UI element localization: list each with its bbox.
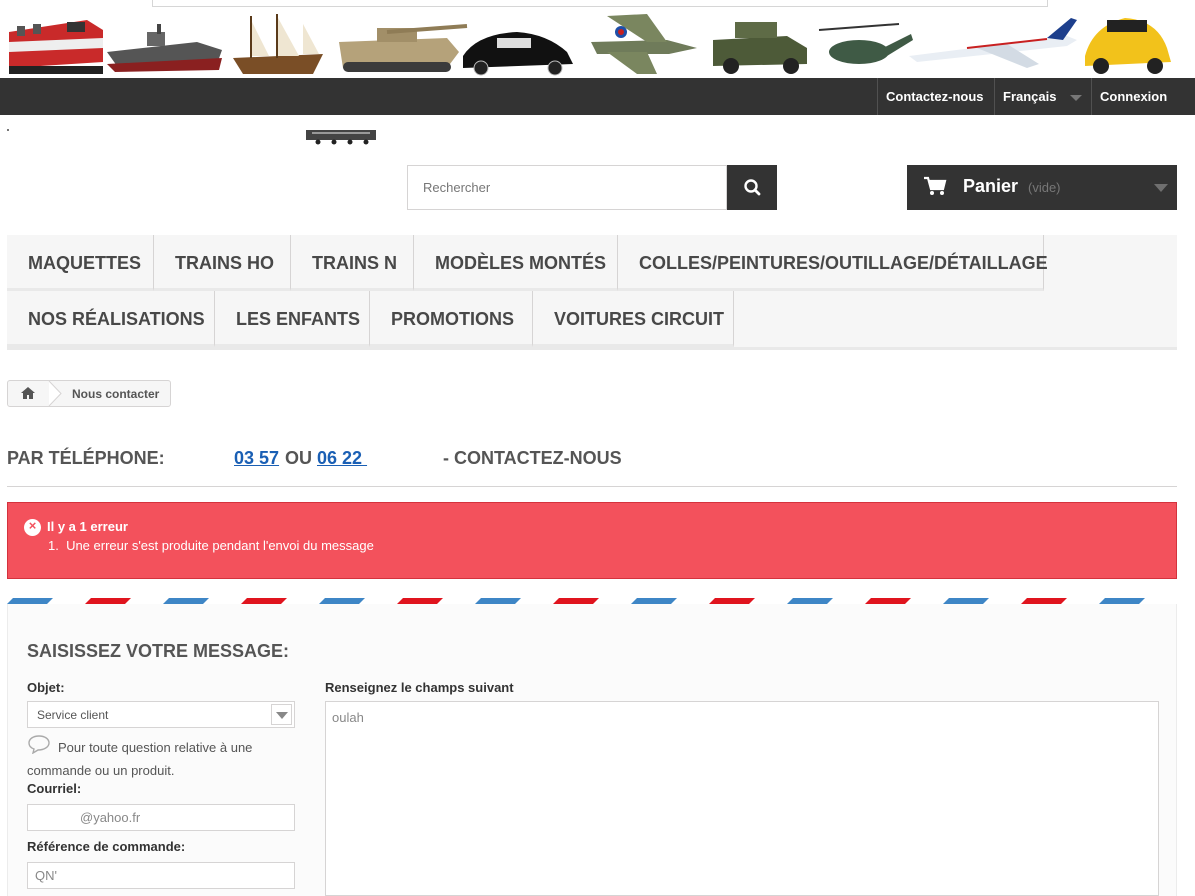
email-value: @yahoo.fr [80, 810, 141, 825]
message-label: Renseignez le champs suivant [325, 680, 514, 695]
subject-value: Service client [37, 708, 109, 722]
breadcrumb-separator [48, 381, 62, 406]
phone-or: OU [285, 448, 312, 468]
message-textarea[interactable]: oulah [325, 701, 1159, 896]
yellow-car-image [1085, 18, 1171, 74]
contact-form: SAISISSEZ VOTRE MESSAGE: Objet: Service … [7, 604, 1177, 896]
subject-select[interactable]: Service client [27, 701, 295, 728]
order-reference-field[interactable]: QN' [27, 862, 295, 889]
phone-label: PAR TÉLÉPHONE: [7, 448, 165, 468]
contact-us-link[interactable]: Contactez-nous [877, 78, 994, 115]
menu-item-modeles-montes[interactable]: MODÈLES MONTÉS [414, 235, 618, 291]
phone-number-1-link[interactable]: 03 57 [234, 448, 279, 468]
jeep-image [713, 22, 807, 74]
phone-number-2-link[interactable]: 06 22 [317, 448, 367, 468]
search-input[interactable] [407, 165, 727, 210]
subject-label: Objet: [27, 680, 65, 695]
email-field[interactable]: @yahoo.fr [27, 804, 295, 831]
message-value: oulah [332, 710, 364, 725]
main-menu: MAQUETTES TRAINS HO TRAINS N MODÈLES MON… [7, 235, 1177, 350]
language-selector[interactable]: Français [994, 78, 1091, 115]
menu-item-les-enfants[interactable]: LES ENFANTS [215, 291, 370, 347]
search-button[interactable] [727, 165, 777, 210]
tank-image [339, 24, 468, 72]
error-message: 1. Une erreur s'est produite pendant l'e… [48, 538, 374, 553]
header-banner[interactable] [7, 12, 1177, 78]
vintage-car-image [463, 32, 573, 76]
top-nav-bar: Contactez-nous Français Connexion [0, 78, 1195, 115]
logo-train-icon[interactable] [304, 128, 378, 145]
cart-label: Panier [963, 176, 1019, 196]
cart-status: (vide) [1028, 180, 1061, 195]
order-reference-label: Référence de commande: [27, 839, 186, 854]
search-icon [744, 179, 761, 196]
contact-us-heading: - CONTACTEZ-NOUS [443, 448, 622, 468]
subject-help-text: Pour toute question relative à une comma… [27, 740, 253, 778]
menu-item-trains-n[interactable]: TRAINS N [291, 235, 414, 291]
menu-item-voitures-circuit[interactable]: VOITURES CIRCUIT [533, 291, 734, 347]
search-bar [407, 165, 777, 210]
error-alert: × Il y a 1 erreur 1. Une erreur s'est pr… [7, 502, 1177, 579]
sailing-ship-image [233, 14, 323, 74]
airliner-image [909, 18, 1077, 68]
cart-icon [924, 176, 947, 195]
chevron-down-icon [1154, 184, 1168, 192]
phone-heading: PAR TÉLÉPHONE: 03 57 OU 06 22 - CONTACTE… [7, 447, 1177, 487]
error-title: Il y a 1 erreur [47, 519, 128, 534]
login-link[interactable]: Connexion [1091, 78, 1175, 115]
language-label: Français [1003, 89, 1057, 104]
models-banner-image [9, 14, 1171, 76]
menu-item-colles-peintures[interactable]: COLLES/PEINTURES/OUTILLAGE/DÉTAILLAGE [618, 235, 1048, 291]
top-strip [0, 0, 1195, 12]
order-reference-value: QN' [35, 868, 57, 883]
spitfire-image [591, 14, 697, 74]
logo-fragment [7, 129, 9, 131]
train-image [9, 20, 103, 74]
helicopter-image [818, 23, 913, 64]
menu-item-promotions[interactable]: PROMOTIONS [370, 291, 533, 347]
menu-item-nos-realisations[interactable]: NOS RÉALISATIONS [7, 291, 215, 347]
error-icon: × [24, 518, 41, 536]
breadcrumb: Nous contacter [7, 380, 171, 407]
home-icon [21, 387, 35, 399]
chevron-down-icon [271, 704, 292, 725]
address-stub [152, 0, 1048, 7]
breadcrumb-home[interactable] [8, 381, 50, 406]
chevron-down-icon [1070, 94, 1083, 101]
battleship-image [107, 24, 222, 72]
phone-number-2[interactable]: 06 22 [317, 448, 367, 469]
cart-button[interactable]: Panier (vide) [907, 165, 1177, 210]
form-heading: SAISISSEZ VOTRE MESSAGE: [27, 641, 290, 661]
email-label: Courriel: [27, 781, 82, 796]
menu-item-trains-ho[interactable]: TRAINS HO [154, 235, 291, 291]
menu-item-maquettes[interactable]: MAQUETTES [7, 235, 154, 291]
phone-number-1[interactable]: 03 57 [234, 448, 279, 469]
breadcrumb-current: Nous contacter [72, 387, 160, 401]
